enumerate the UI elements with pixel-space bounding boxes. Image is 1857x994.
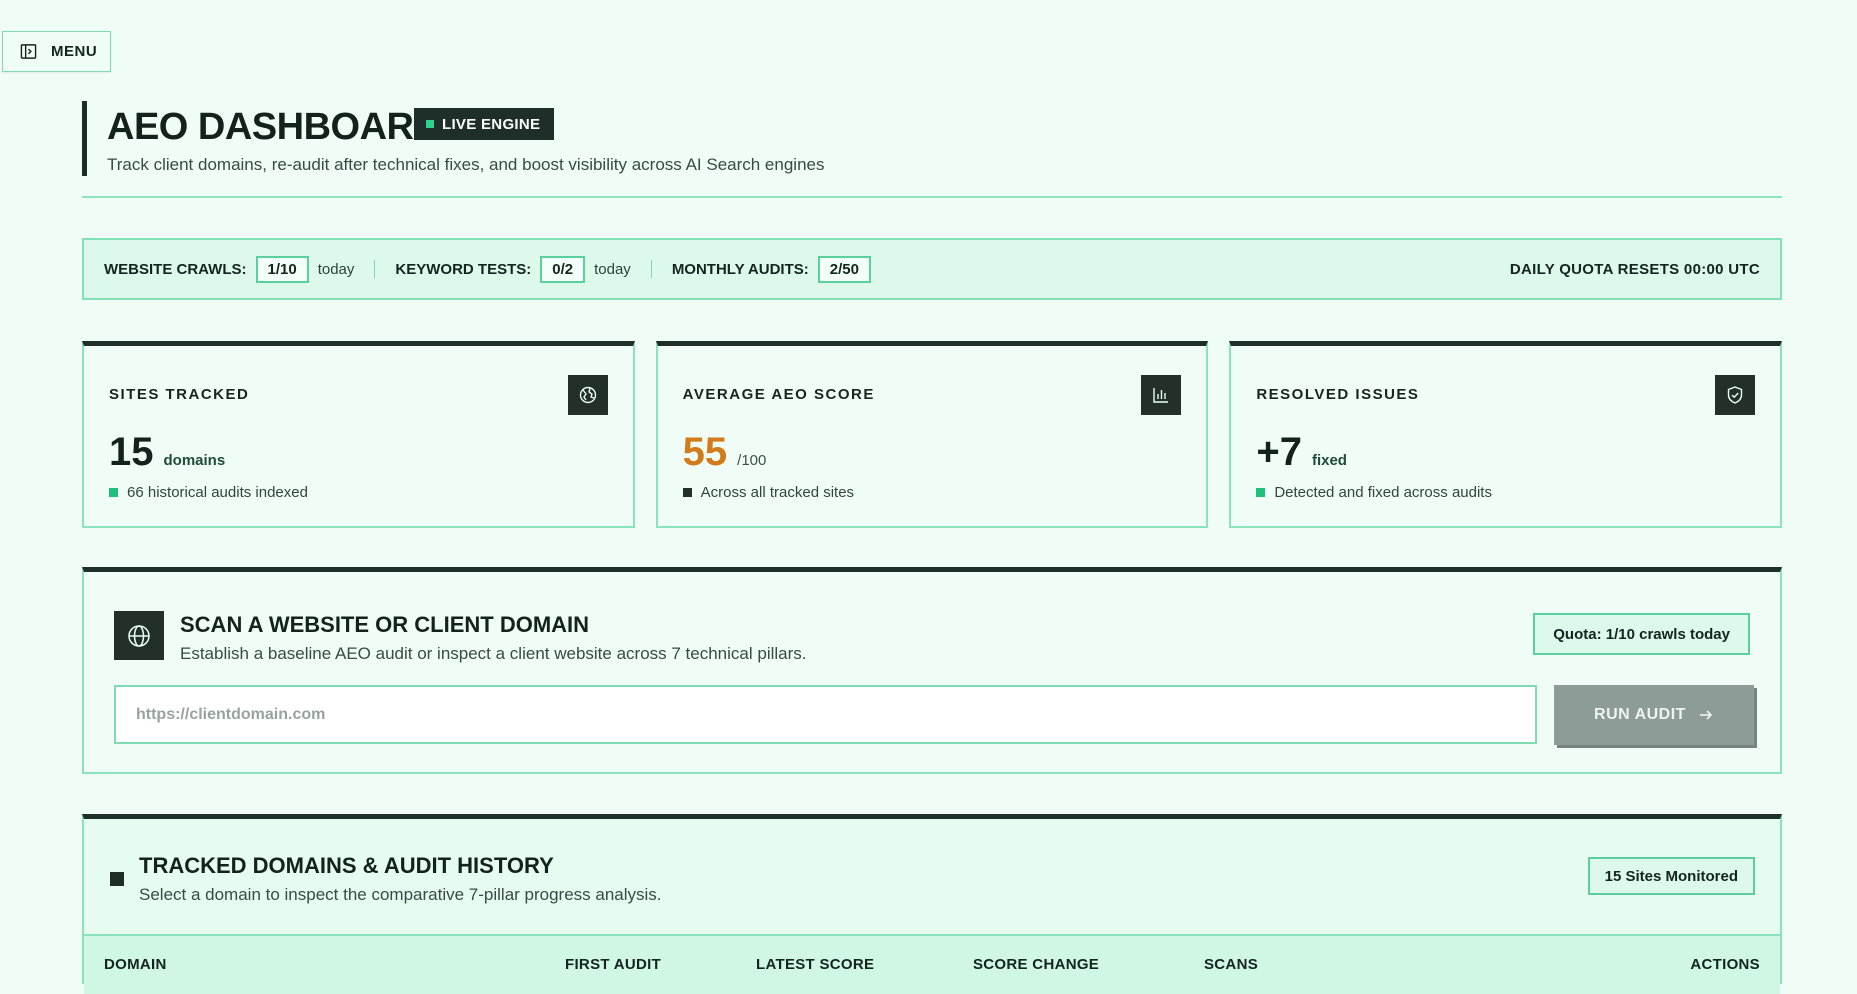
domain-url-input[interactable] [114,685,1537,744]
header-accent-bar [82,101,87,176]
arrow-right-icon [1699,710,1713,720]
column-header-first-audit[interactable]: FIRST AUDIT [565,956,661,973]
page-title: AEO DASHBOARD [107,106,441,148]
stat-label: RESOLVED ISSUES [1256,386,1420,403]
stat-note: 66 historical audits indexed [109,484,308,501]
tracked-description: Select a domain to inspect the comparati… [139,885,662,904]
quota-value: 0/2 [540,255,586,283]
table-header: DOMAIN FIRST AUDIT LATEST SCORE SCORE CH… [84,934,1780,994]
live-engine-badge: LIVE ENGINE [414,108,555,140]
stat-value-row: 55 /100 [683,430,767,475]
stat-value-row: 15 domains [109,430,225,475]
section-square-icon [110,872,124,886]
stat-card-average-score: AVERAGE AEO SCORE 55 /100 Across all tra… [655,341,1209,528]
globe-icon [114,611,164,660]
stat-card-resolved-issues: RESOLVED ISSUES +7 fixed Detected and fi… [1229,341,1783,528]
quota-label: KEYWORD TESTS: [395,260,532,278]
quota-website-crawls: WEBSITE CRAWLS: 1/10 today [104,255,355,283]
stat-unit: fixed [1311,452,1347,469]
stat-label: AVERAGE AEO SCORE [682,386,875,403]
stat-note-text: Detected and fixed across audits [1274,484,1492,501]
stat-note-text: 66 historical audits indexed [127,484,308,501]
column-header-scans[interactable]: SCANS [1204,956,1258,973]
column-header-actions: ACTIONS [1690,956,1760,973]
stat-note-text: Across all tracked sites [700,484,855,501]
live-badge-label: LIVE ENGINE [442,115,541,133]
sites-monitored-badge: 15 Sites Monitored [1587,857,1755,895]
run-audit-button[interactable]: RUN AUDIT [1554,685,1754,745]
bar-chart-icon [1141,375,1182,415]
quota-reset-note: DAILY QUOTA RESETS 00:00 UTC [1509,260,1760,278]
note-bullet [682,488,692,497]
column-header-score-change[interactable]: SCORE CHANGE [973,956,1099,973]
stat-value: +7 [1256,430,1302,474]
scan-description: Establish a baseline AEO audit or inspec… [180,644,807,663]
stats-cards: SITES TRACKED 15 domains 66 historical a… [82,341,1783,528]
tracked-title: TRACKED DOMAINS & AUDIT HISTORY [139,853,554,878]
quota-bar: WEBSITE CRAWLS: 1/10 today KEYWORD TESTS… [82,238,1782,300]
quota-suffix: today [594,260,631,278]
shield-check-icon [1715,375,1756,415]
quota-value: 1/10 [255,255,309,283]
scan-panel: SCAN A WEBSITE OR CLIENT DOMAIN Establis… [82,567,1782,774]
stat-unit: domains [163,452,226,469]
column-header-latest-score[interactable]: LATEST SCORE [756,956,874,973]
sidebar-toggle-icon [20,44,37,59]
run-audit-label: RUN AUDIT [1594,706,1686,723]
quota-separator [650,260,652,278]
quota-separator [374,260,376,278]
note-bullet [109,488,118,497]
page-header: AEO DASHBOARD LIVE ENGINE Track client d… [82,101,1782,198]
stat-unit: /100 [737,452,767,469]
header-divider [82,196,1782,198]
scan-quota-badge: Quota: 1/10 crawls today [1533,613,1750,655]
stat-note: Across all tracked sites [682,484,855,501]
scan-title: SCAN A WEBSITE OR CLIENT DOMAIN [180,612,590,637]
stat-value: 15 [109,430,154,474]
tracked-domains-panel: TRACKED DOMAINS & AUDIT HISTORY Select a… [82,814,1782,994]
page-subtitle: Track client domains, re-audit after tec… [107,155,825,174]
live-status-dot [426,120,434,128]
stat-label: SITES TRACKED [109,386,250,403]
globe-grid-icon [567,375,608,415]
quota-value: 2/50 [817,255,871,283]
menu-label: MENU [51,43,98,60]
quota-monthly-audits: MONTHLY AUDITS: 2/50 [671,255,871,283]
stat-card-sites-tracked: SITES TRACKED 15 domains 66 historical a… [82,341,635,528]
quota-suffix: today [317,260,355,278]
menu-button[interactable]: MENU [2,31,111,72]
column-header-domain[interactable]: DOMAIN [104,956,167,973]
stat-value: 55 [682,430,728,474]
quota-label: MONTHLY AUDITS: [671,260,809,278]
note-bullet [1256,488,1266,497]
quota-label: WEBSITE CRAWLS: [104,260,247,278]
stat-note: Detected and fixed across audits [1256,484,1492,501]
quota-keyword-tests: KEYWORD TESTS: 0/2 today [395,255,631,283]
stat-value-row: +7 fixed [1256,430,1347,475]
